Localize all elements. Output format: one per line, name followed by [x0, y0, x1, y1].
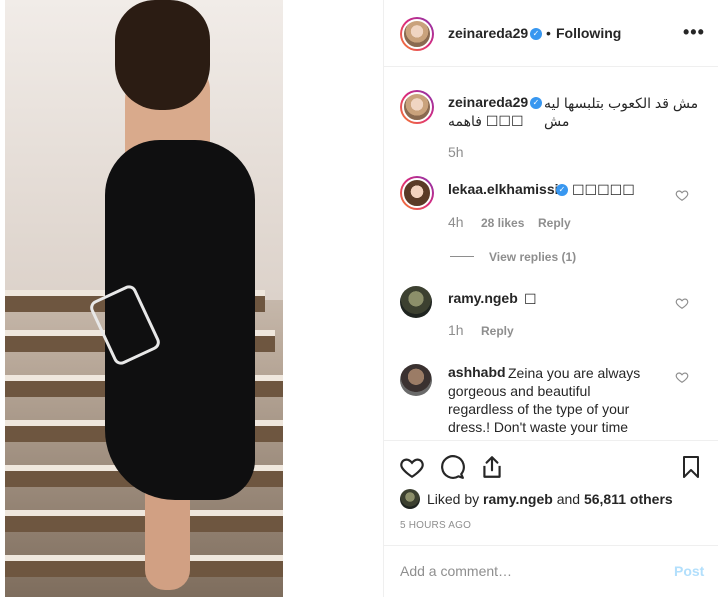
caption-time[interactable]: 5h — [448, 144, 464, 160]
view-replies-button[interactable]: View replies (1) — [489, 250, 576, 264]
author-avatar[interactable] — [400, 17, 434, 51]
verified-badge-icon: ✓ — [556, 184, 568, 196]
likes-count[interactable]: 56,811 others — [584, 491, 673, 507]
post-header: zeinareda29 ✓ • Following ••• — [384, 0, 718, 67]
share-icon[interactable] — [479, 454, 505, 480]
liked-by-prefix: Liked by — [427, 491, 480, 507]
like-comment-heart-icon[interactable] — [675, 370, 689, 384]
comment-box-divider — [384, 545, 718, 546]
comment-time[interactable]: 4h — [448, 214, 464, 230]
author-username[interactable]: zeinareda29 — [448, 25, 528, 41]
commenter-avatar[interactable] — [400, 286, 432, 318]
reply-button[interactable]: Reply — [538, 216, 571, 230]
photo-stair — [5, 510, 283, 532]
comment-username[interactable]: ashhabd — [448, 364, 506, 380]
verified-badge-icon: ✓ — [530, 97, 542, 109]
caption-username[interactable]: zeinareda29 — [448, 94, 528, 110]
commenter-avatar[interactable] — [400, 176, 434, 210]
caption-avatar[interactable] — [400, 90, 434, 124]
like-comment-heart-icon[interactable] — [675, 188, 689, 202]
comment-username[interactable]: lekaa.elkhamissi — [448, 181, 559, 197]
post-photo[interactable] — [0, 0, 383, 597]
liked-by-summary[interactable]: Liked by ramy.ngeb and 56,811 others — [427, 491, 673, 507]
liked-by-avatar[interactable] — [400, 489, 420, 509]
comment-text-line4: dress.! Don't waste your time — [448, 419, 629, 435]
reply-button[interactable]: Reply — [481, 324, 514, 338]
photo-figure-hair — [115, 0, 210, 110]
liked-by-and: and — [556, 491, 581, 507]
comment-text-line3: regardless of the type of your — [448, 401, 630, 417]
separator-dot: • — [546, 25, 551, 41]
add-comment-input[interactable]: Add a comment… — [400, 563, 512, 579]
liked-by-user[interactable]: ramy.ngeb — [483, 491, 553, 507]
bookmark-icon[interactable] — [679, 454, 703, 480]
comment-time[interactable]: 1h — [448, 322, 464, 338]
comment-text: ☐☐☐☐☐ — [572, 182, 635, 198]
instagram-post-view: zeinareda29 ✓ • Following ••• zeinareda2… — [0, 0, 718, 597]
comment-text-line2: gorgeous and beautiful — [448, 383, 591, 399]
commenter-avatar[interactable] — [400, 364, 432, 396]
photo-stair — [5, 555, 283, 577]
following-button[interactable]: Following — [556, 25, 621, 41]
comment-text: ☐ — [524, 291, 537, 307]
heart-icon[interactable] — [399, 454, 425, 480]
comment-username[interactable]: ramy.ngeb — [448, 290, 518, 306]
actions-divider — [384, 440, 718, 441]
more-icon[interactable]: ••• — [683, 22, 705, 43]
photo-image — [5, 0, 283, 597]
comments-list[interactable]: zeinareda29 ✓ مش قد الكعوب بتلبسها ليه م… — [384, 68, 718, 440]
comment-icon[interactable] — [439, 454, 465, 480]
comment-text-line1: Zeina you are always — [508, 365, 641, 381]
caption-text-line1: مش قد الكعوب بتلبسها ليه مش — [544, 95, 699, 129]
view-replies-line — [450, 256, 474, 257]
verified-badge-icon: ✓ — [530, 28, 542, 40]
like-comment-heart-icon[interactable] — [675, 296, 689, 310]
comment-likes[interactable]: 28 likes — [481, 216, 524, 230]
post-comment-button[interactable]: Post — [674, 563, 704, 579]
caption-text-line2: فاهمه ☐☐☐ — [448, 113, 524, 129]
post-side-panel: zeinareda29 ✓ • Following ••• zeinareda2… — [384, 0, 718, 597]
post-time-ago[interactable]: 5 HOURS AGO — [400, 520, 471, 531]
